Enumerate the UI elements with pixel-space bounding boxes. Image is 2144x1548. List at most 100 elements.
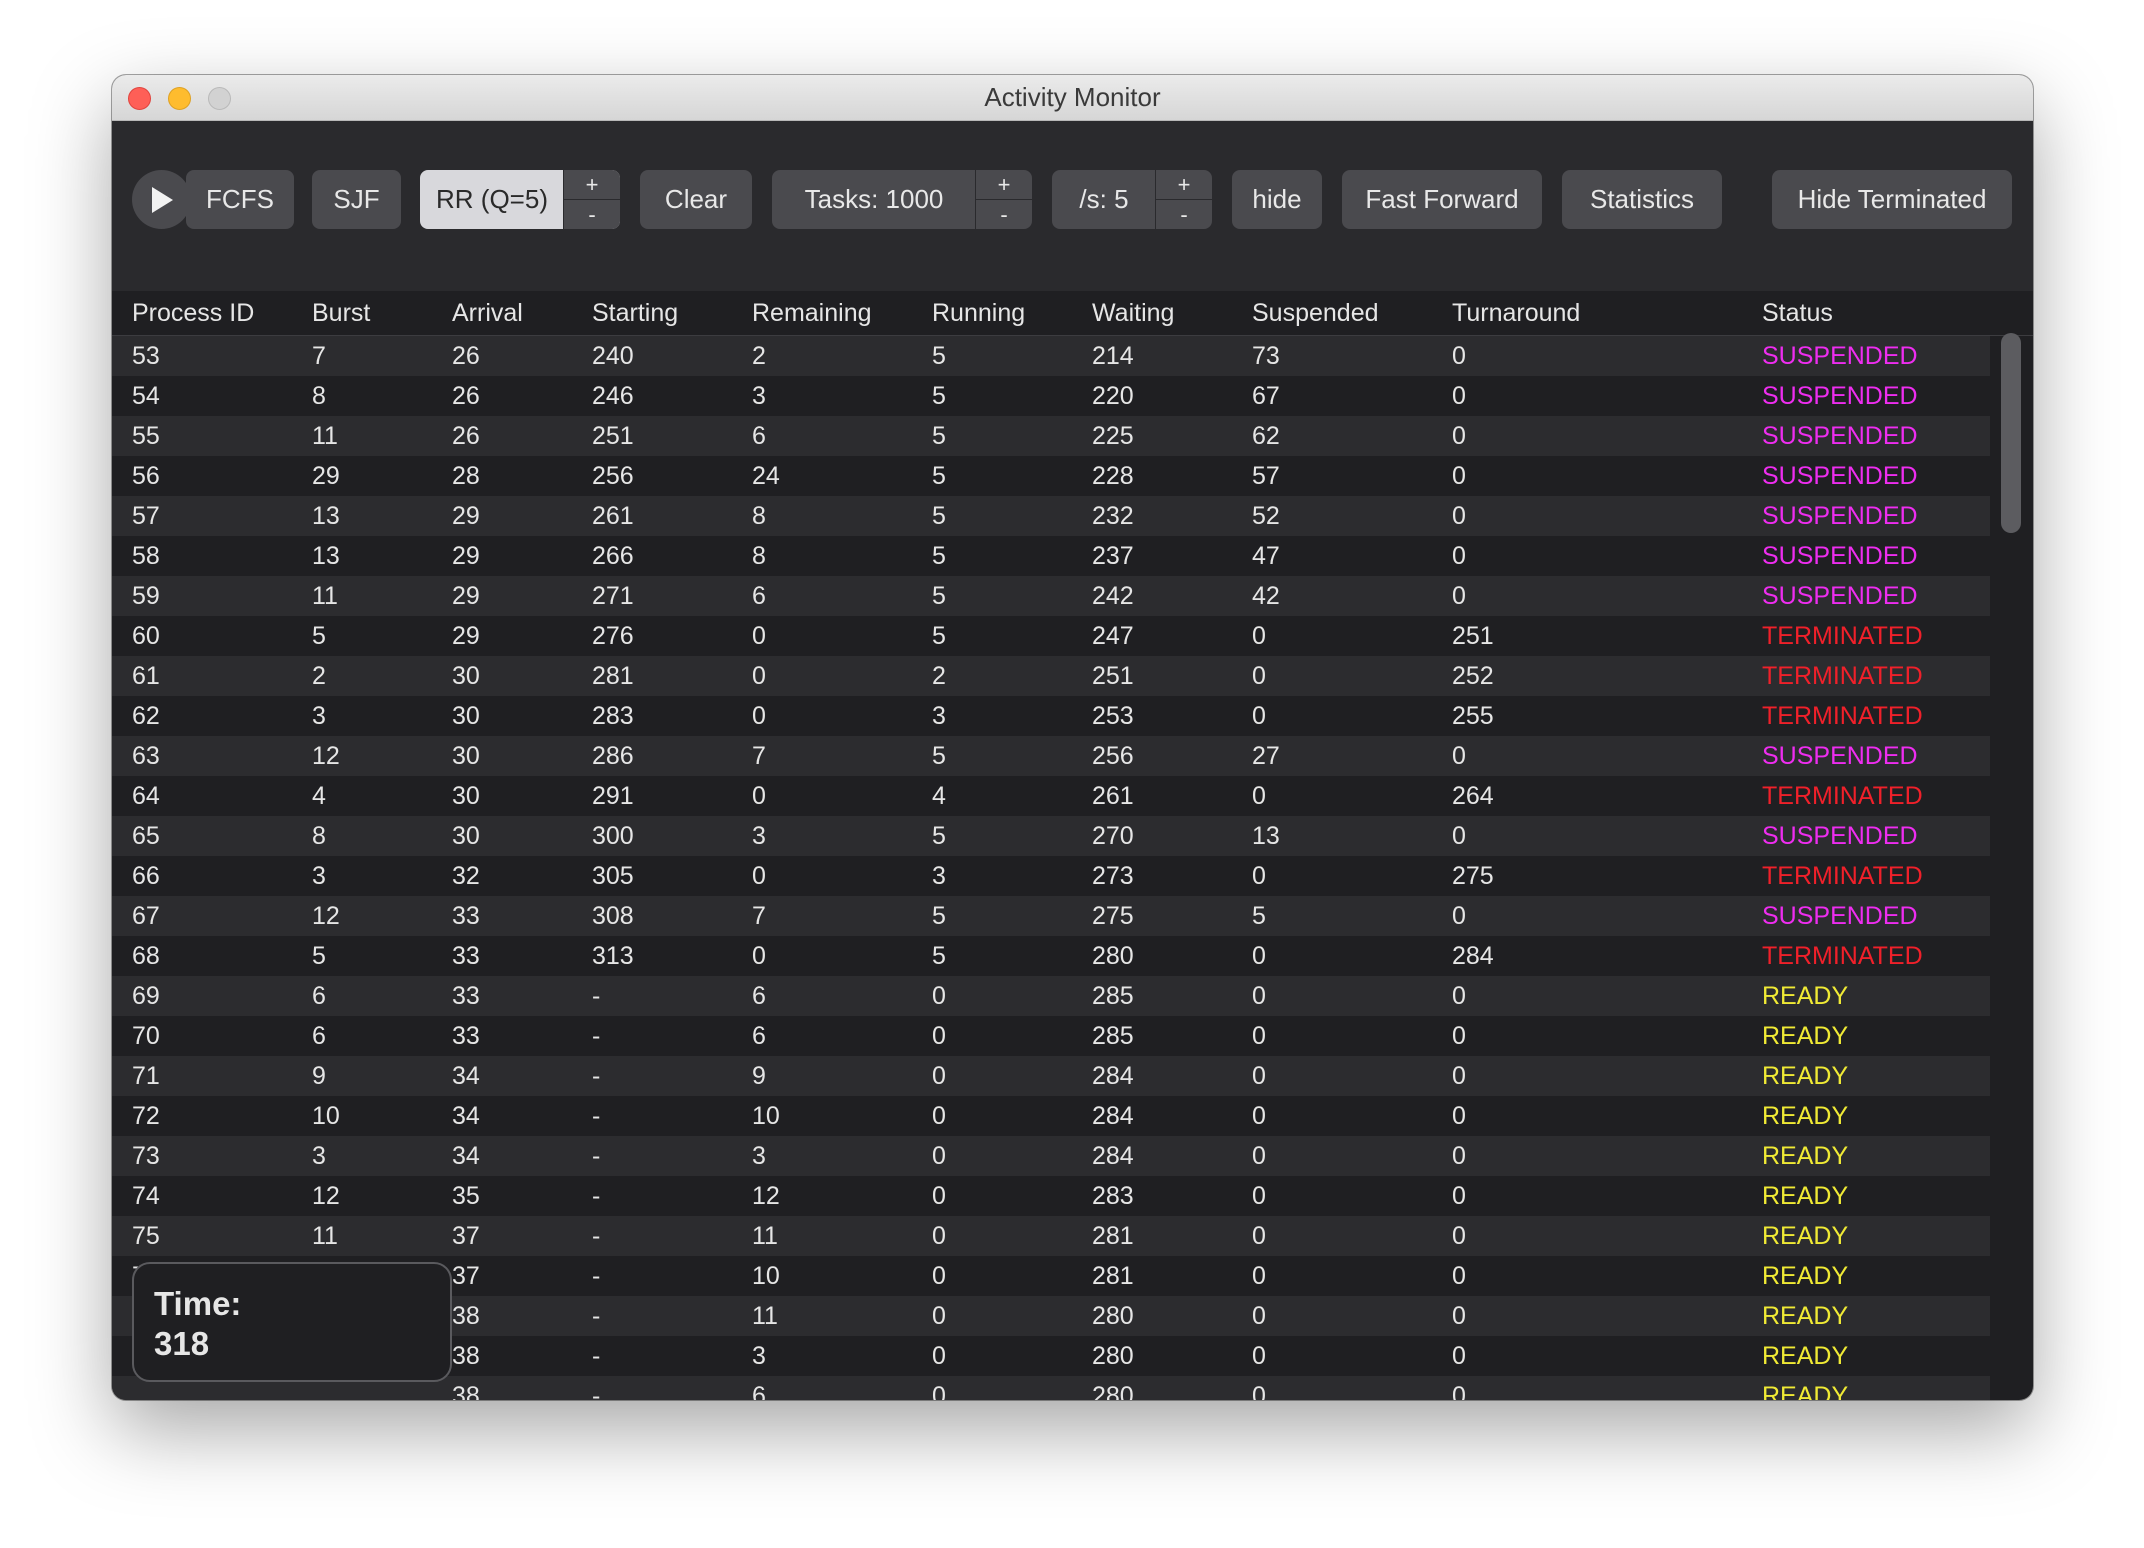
tasks-label: Tasks: 1000: [804, 184, 944, 214]
column-header-process-id[interactable]: Process ID: [132, 291, 254, 335]
table-row[interactable]: 73 3 34 - 3 0 284 0 0 READY: [112, 1136, 1990, 1176]
cell-waiting: 284: [1092, 1142, 1134, 1170]
sjf-button[interactable]: SJF: [312, 170, 401, 229]
rr-decrement-button[interactable]: -: [564, 200, 620, 229]
column-header-turnaround[interactable]: Turnaround: [1452, 291, 1580, 335]
rr-quantum-stepper[interactable]: RR (Q=5) + -: [420, 170, 620, 229]
fcfs-button[interactable]: FCFS: [186, 170, 294, 229]
cell-status: SUSPENDED: [1762, 422, 1918, 450]
cell-process-id: 70: [132, 1022, 160, 1050]
table-row[interactable]: 75 11 37 - 11 0 281 0 0 READY: [112, 1216, 1990, 1256]
cell-turnaround: 264: [1452, 782, 1494, 810]
table-row[interactable]: 68 5 33 313 0 5 280 0 284 TERMINATED: [112, 936, 1990, 976]
cell-arrival: 33: [452, 902, 480, 930]
table-row[interactable]: 54 8 26 246 3 5 220 67 0 SUSPENDED: [112, 376, 1990, 416]
process-table-body[interactable]: 53 7 26 240 2 5 214 73 0 SUSPENDED 54 8 26 246 3 5 220 67…: [112, 336, 1990, 1400]
cell-waiting: 284: [1092, 1102, 1134, 1130]
column-header-suspended[interactable]: Suspended: [1252, 291, 1379, 335]
cell-turnaround: 0: [1452, 1022, 1466, 1050]
cell-turnaround: 0: [1452, 1342, 1466, 1370]
cell-waiting: 284: [1092, 1062, 1134, 1090]
cell-status: READY: [1762, 1142, 1849, 1170]
cell-burst: 9: [312, 1062, 326, 1090]
table-row[interactable]: 59 11 29 271 6 5 242 42 0 SUSPENDED: [112, 576, 1990, 616]
table-row[interactable]: 58 13 29 266 8 5 237 47 0 SUSPENDED: [112, 536, 1990, 576]
cell-process-id: 71: [132, 1062, 160, 1090]
clear-button[interactable]: Clear: [640, 170, 752, 229]
time-value: 318: [154, 1325, 210, 1362]
cell-turnaround: 252: [1452, 662, 1494, 690]
cell-waiting: 285: [1092, 1022, 1134, 1050]
column-header-waiting[interactable]: Waiting: [1092, 291, 1174, 335]
table-row[interactable]: 56 29 28 256 24 5 228 57 0 SUSPENDED: [112, 456, 1990, 496]
tasks-stepper-arrows: + -: [975, 170, 1032, 229]
cell-process-id: 53: [132, 342, 160, 370]
hide-button[interactable]: hide: [1232, 170, 1322, 229]
table-row[interactable]: 62 3 30 283 0 3 253 0 255 TERMINATED: [112, 696, 1990, 736]
cell-process-id: 60: [132, 622, 160, 650]
table-row[interactable]: 69 6 33 - 6 0 285 0 0 READY: [112, 976, 1990, 1016]
tasks-increment-button[interactable]: +: [976, 170, 1032, 200]
cell-status: TERMINATED: [1762, 622, 1923, 650]
column-header-running[interactable]: Running: [932, 291, 1025, 335]
table-row[interactable]: 71 9 34 - 9 0 284 0 0 READY: [112, 1056, 1990, 1096]
cell-waiting: 280: [1092, 942, 1134, 970]
table-row[interactable]: 64 4 30 291 0 4 261 0 264 TERMINATED: [112, 776, 1990, 816]
cell-process-id: 57: [132, 502, 160, 530]
cell-running: 3: [932, 702, 946, 730]
table-row[interactable]: 74 12 35 - 12 0 283 0 0 READY: [112, 1176, 1990, 1216]
rr-button[interactable]: RR (Q=5): [420, 170, 564, 229]
cell-remaining: 11: [752, 1302, 778, 1330]
cell-status: READY: [1762, 1262, 1849, 1290]
play-button[interactable]: [132, 170, 191, 229]
table-row[interactable]: 57 13 29 261 8 5 232 52 0 SUSPENDED: [112, 496, 1990, 536]
cell-process-id: 64: [132, 782, 160, 810]
cell-starting: 256: [592, 462, 634, 490]
cell-turnaround: 0: [1452, 382, 1466, 410]
speed-increment-button[interactable]: +: [1156, 170, 1212, 200]
table-row[interactable]: 53 7 26 240 2 5 214 73 0 SUSPENDED: [112, 336, 1990, 376]
table-row[interactable]: 65 8 30 300 3 5 270 13 0 SUSPENDED: [112, 816, 1990, 856]
cell-remaining: 10: [752, 1102, 780, 1130]
fast-forward-button[interactable]: Fast Forward: [1342, 170, 1542, 229]
tasks-decrement-button[interactable]: -: [976, 200, 1032, 229]
table-row[interactable]: 72 10 34 - 10 0 284 0 0 READY: [112, 1096, 1990, 1136]
cell-status: READY: [1762, 1222, 1849, 1250]
table-row[interactable]: 61 2 30 281 0 2 251 0 252 TERMINATED: [112, 656, 1990, 696]
cell-running: 5: [932, 582, 946, 610]
speed-stepper-arrows: + -: [1155, 170, 1212, 229]
table-row[interactable]: 60 5 29 276 0 5 247 0 251 TERMINATED: [112, 616, 1990, 656]
vertical-scrollbar[interactable]: [2001, 333, 2021, 533]
table-row[interactable]: 67 12 33 308 7 5 275 5 0 SUSPENDED: [112, 896, 1990, 936]
table-header: Process ID Burst Arrival Starting Remain…: [112, 291, 2033, 336]
time-overlay: Time: 318: [132, 1262, 452, 1382]
statistics-button[interactable]: Statistics: [1562, 170, 1722, 229]
cell-suspended: 42: [1252, 582, 1280, 610]
cell-remaining: 2: [752, 342, 766, 370]
speed-decrement-button[interactable]: -: [1156, 200, 1212, 229]
app-window: Activity Monitor FCFS SJF RR (Q=5) + - C…: [112, 75, 2033, 1400]
column-header-arrival[interactable]: Arrival: [452, 291, 523, 335]
tasks-stepper[interactable]: Tasks: 1000 + -: [772, 170, 1032, 229]
speed-stepper[interactable]: /s: 5 + -: [1052, 170, 1212, 229]
table-row[interactable]: 66 3 32 305 0 3 273 0 275 TERMINATED: [112, 856, 1990, 896]
cell-remaining: 0: [752, 702, 766, 730]
cell-starting: -: [592, 1382, 601, 1400]
column-header-starting[interactable]: Starting: [592, 291, 678, 335]
cell-arrival: 34: [452, 1142, 480, 1170]
cell-arrival: 30: [452, 742, 480, 770]
cell-running: 0: [932, 1222, 946, 1250]
table-row[interactable]: 55 11 26 251 6 5 225 62 0 SUSPENDED: [112, 416, 1990, 456]
cell-turnaround: 0: [1452, 1302, 1466, 1330]
table-row[interactable]: 63 12 30 286 7 5 256 27 0 SUSPENDED: [112, 736, 1990, 776]
cell-starting: 283: [592, 702, 634, 730]
table-row[interactable]: 70 6 33 - 6 0 285 0 0 READY: [112, 1016, 1990, 1056]
rr-increment-button[interactable]: +: [564, 170, 620, 200]
column-header-status[interactable]: Status: [1762, 291, 1833, 335]
column-header-remaining[interactable]: Remaining: [752, 291, 872, 335]
column-header-burst[interactable]: Burst: [312, 291, 370, 335]
cell-running: 5: [932, 502, 946, 530]
hide-terminated-button[interactable]: Hide Terminated: [1772, 170, 2012, 229]
cell-turnaround: 0: [1452, 822, 1466, 850]
cell-arrival: 38: [452, 1382, 480, 1400]
